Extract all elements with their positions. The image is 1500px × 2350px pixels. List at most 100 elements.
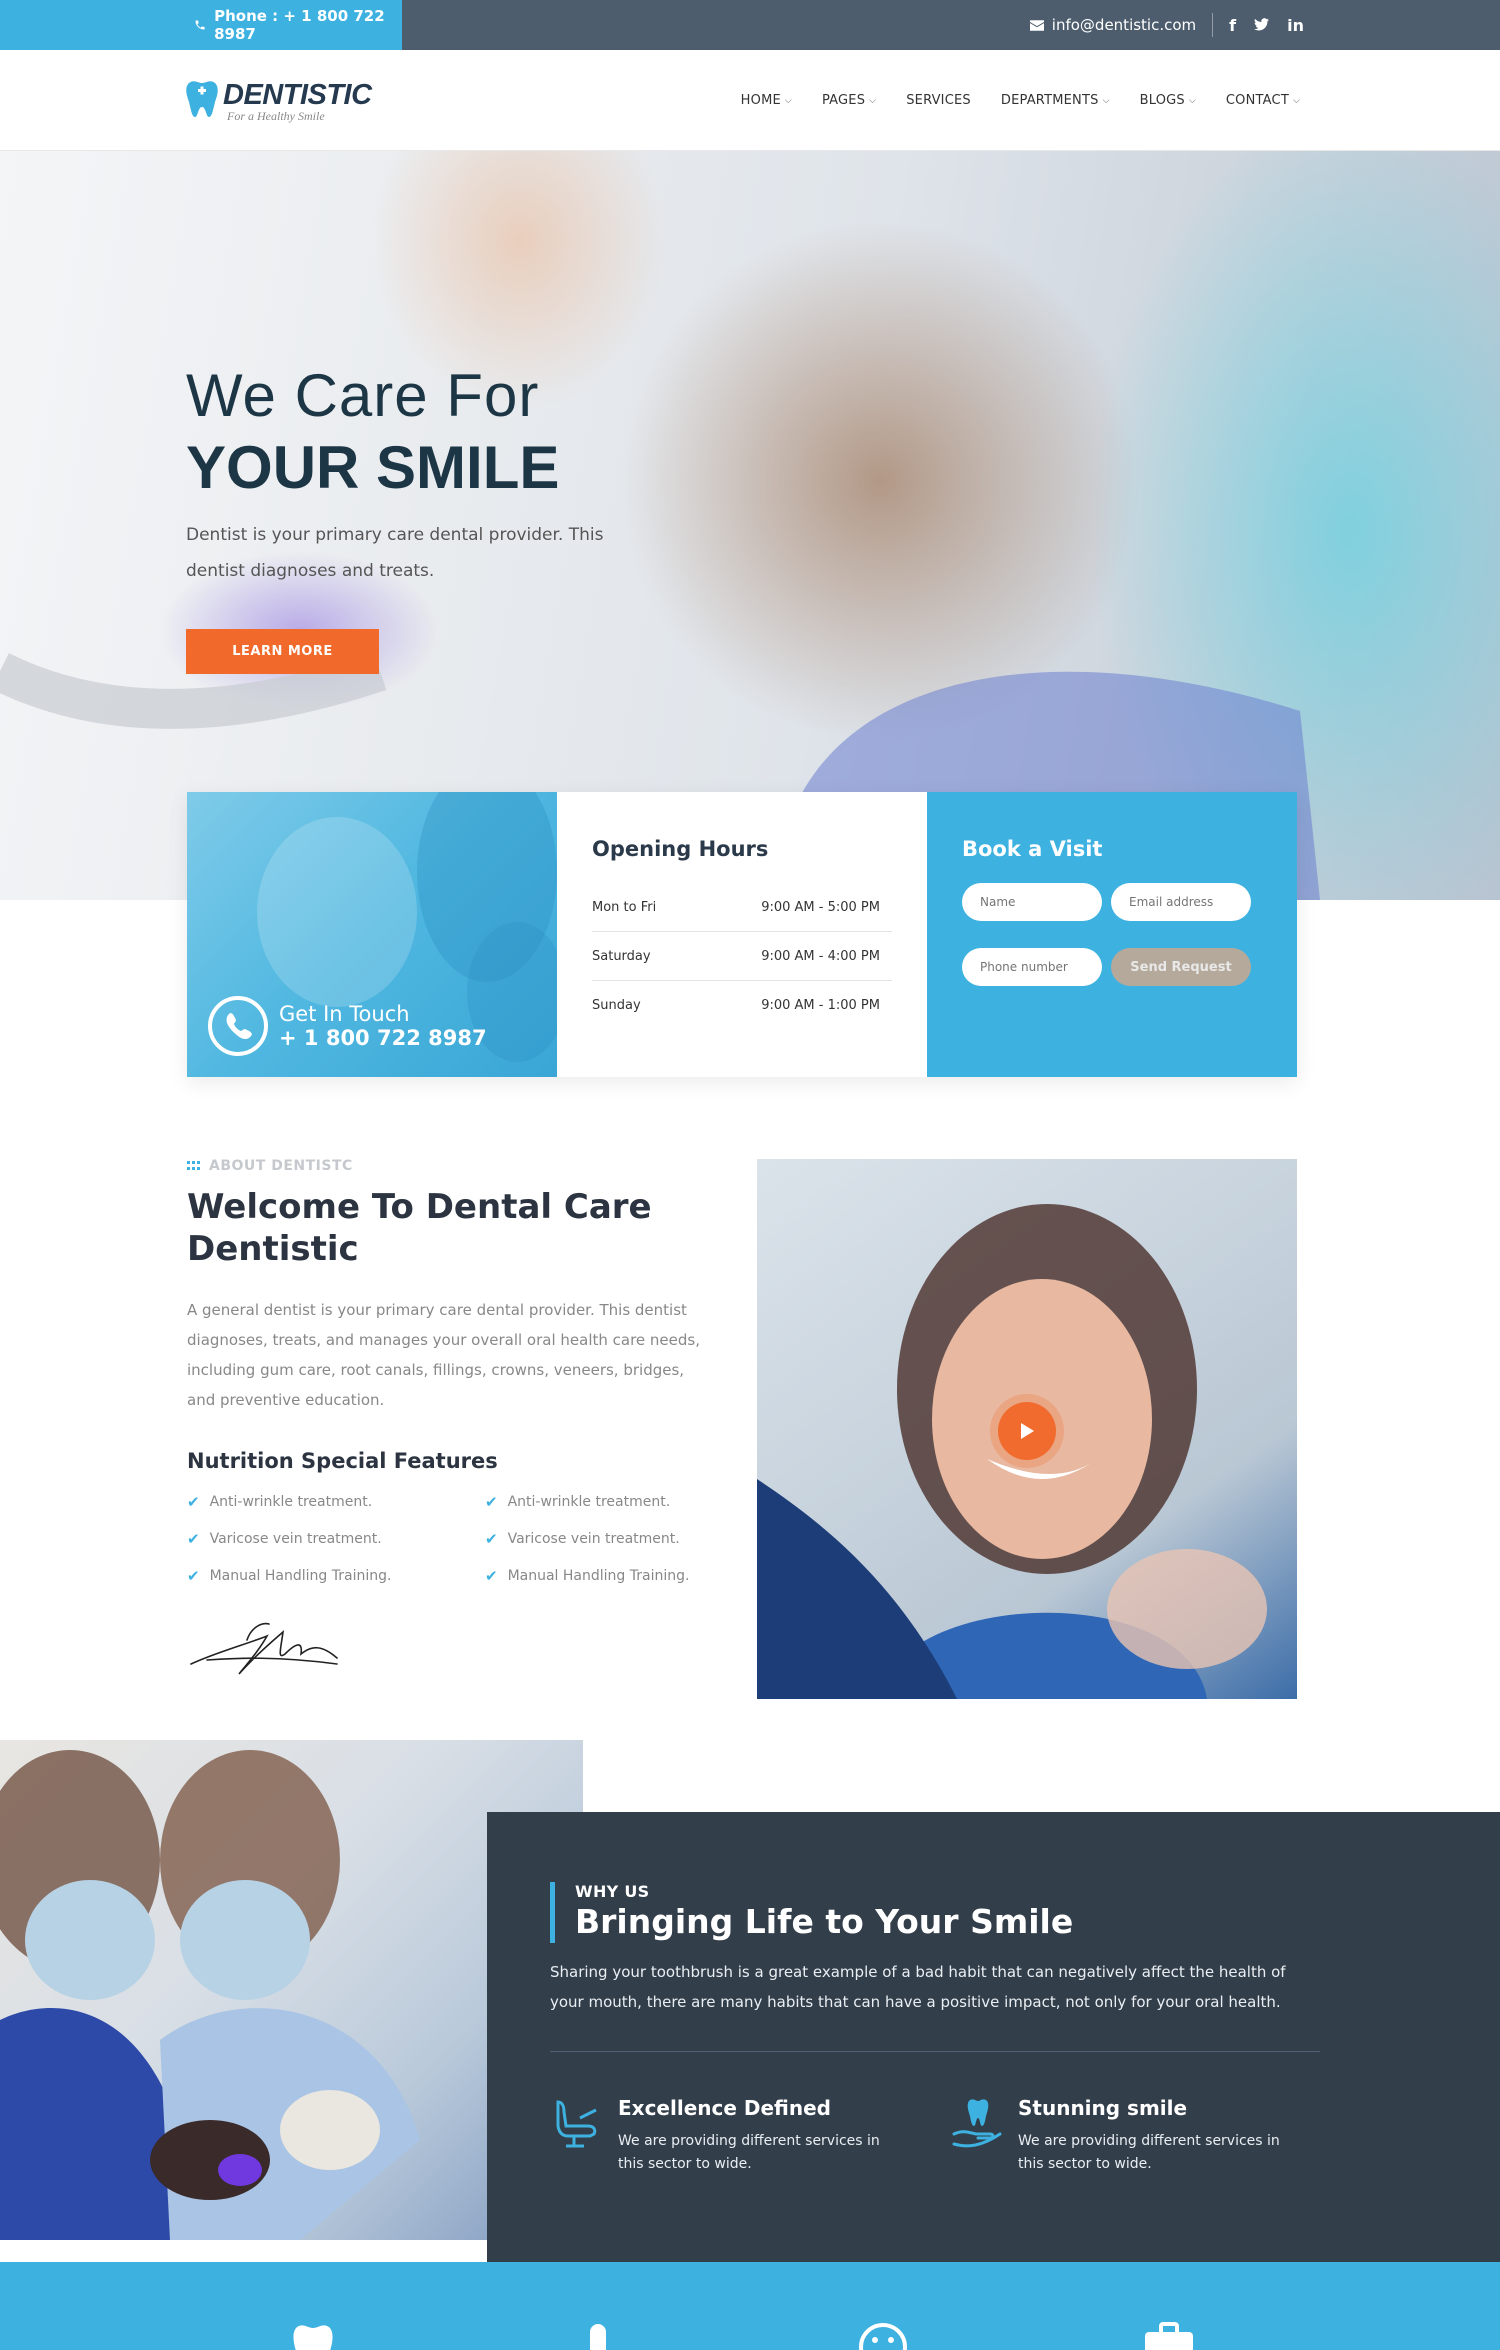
topbar-right: info@dentistic.com f in <box>1029 0 1304 50</box>
book-visit-form: Send Request <box>962 883 1262 986</box>
hero-heading-line1: We Care For <box>186 362 540 429</box>
book-visit-title: Book a Visit <box>962 837 1103 861</box>
features-list: ✔ Anti-wrinkle treatment. ✔ Anti-wrinkle t… <box>187 1490 727 1587</box>
chevron-down-icon: ⌵ <box>1188 95 1196 106</box>
nav-item-contact[interactable]: CONTACT ⌵ <box>1226 93 1300 108</box>
get-in-touch[interactable]: Get In Touch + 1 800 722 8987 <box>207 995 487 1057</box>
phone-field[interactable] <box>962 948 1102 986</box>
list-item: ✔ Anti-wrinkle treatment. <box>485 1490 725 1513</box>
check-icon: ✔ <box>485 1566 498 1585</box>
why-us-panel: WHY US Bringing Life to Your Smile Shari… <box>487 1812 1500 2262</box>
hero-description: Dentist is your primary care dental prov… <box>186 525 604 581</box>
check-icon: ✔ <box>485 1492 498 1511</box>
features-title: Nutrition Special Features <box>187 1449 498 1473</box>
main-nav: HOME ⌵ PAGES ⌵ SERVICES DEPARTMENTS ⌵ BLOGS… <box>741 50 1300 151</box>
why-us-features: Excellence Defined We are providing diff… <box>550 2096 1500 2176</box>
nav-item-home[interactable]: HOME ⌵ <box>741 93 792 108</box>
nav-item-departments[interactable]: DEPARTMENTS ⌵ <box>1001 93 1110 108</box>
book-visit-card: Book a Visit Send Request <box>927 792 1297 1077</box>
chevron-down-icon: ⌵ <box>784 95 792 106</box>
implant-icon <box>590 2324 606 2350</box>
hours-time: 9:00 AM - 5:00 PM <box>761 899 880 915</box>
why-feature-title: Excellence Defined <box>618 2096 831 2120</box>
nav-item-label: SERVICES <box>906 93 971 108</box>
nav-item-blogs[interactable]: BLOGS ⌵ <box>1140 93 1196 108</box>
why-us-title: Bringing Life to Your Smile <box>575 1902 1074 1941</box>
feature-label: Anti-wrinkle treatment. <box>507 1493 671 1510</box>
topbar-phone-text: Phone : + 1 800 722 8987 <box>214 7 385 43</box>
hours-day: Sunday <box>592 998 641 1013</box>
nav-item-services[interactable]: SERVICES <box>906 93 971 108</box>
send-request-button[interactable]: Send Request <box>1111 948 1251 986</box>
play-video-button[interactable] <box>998 1402 1056 1460</box>
check-icon: ✔ <box>187 1566 200 1585</box>
contact-label: Get In Touch <box>279 1002 410 1026</box>
email-field[interactable] <box>1111 883 1251 921</box>
why-feature-title: Stunning smile <box>1018 2096 1188 2120</box>
topbar-divider <box>1212 13 1214 37</box>
learn-more-button[interactable]: LEARN MORE <box>186 629 379 674</box>
list-item: ✔ Anti-wrinkle treatment. <box>187 1490 485 1513</box>
opening-hours-card: Opening Hours Mon to Fri 9:00 AM - 5:00 P… <box>557 792 927 1077</box>
list-item: ✔ Varicose vein treatment. <box>187 1527 485 1550</box>
logo-name: DENTISTIC <box>223 79 372 111</box>
why-us-eyebrow: WHY US <box>575 1882 650 1901</box>
topbar-email-text: info@dentistic.com <box>1051 16 1197 34</box>
site-header: DENTISTIC For a Healthy Smile HOME ⌵ PAGE… <box>0 50 1500 151</box>
about-video-image <box>757 1159 1297 1699</box>
about-text: A general dentist is your primary care d… <box>187 1301 700 1409</box>
hours-row: Sunday 9:00 AM - 1:00 PM <box>592 981 892 1030</box>
services-band <box>0 2262 1500 2350</box>
check-icon: ✔ <box>187 1492 200 1511</box>
play-icon <box>1021 1423 1034 1439</box>
check-icon: ✔ <box>485 1529 498 1548</box>
nav-item-label: DEPARTMENTS <box>1000 93 1099 108</box>
topbar-phone[interactable]: Phone : + 1 800 722 8987 <box>0 0 402 50</box>
hero-heading-line2: YOUR SMILE <box>186 434 560 501</box>
name-field[interactable] <box>962 883 1102 921</box>
hero-section: We Care For YOUR SMILE Dentist is your p… <box>0 151 1500 900</box>
tooth-hand-icon <box>952 2099 1002 2148</box>
why-feature-text: We are providing different services in t… <box>1018 2133 1280 2172</box>
opening-hours-title: Opening Hours <box>592 837 769 861</box>
list-item: ✔ Varicose vein treatment. <box>485 1527 725 1550</box>
envelope-icon <box>1029 19 1044 31</box>
twitter-icon[interactable] <box>1254 16 1270 35</box>
facebook-icon[interactable]: f <box>1229 16 1236 35</box>
phone-circle-icon <box>208 996 268 1056</box>
why-us-divider <box>550 2051 1320 2052</box>
linkedin-icon[interactable]: in <box>1287 16 1304 35</box>
hours-day: Saturday <box>592 948 651 964</box>
info-strip: Get In Touch + 1 800 722 8987 Opening Ho… <box>187 792 1297 1077</box>
why-us-text: Sharing your toothbrush is a great examp… <box>550 1963 1286 2011</box>
feature-label: Anti-wrinkle treatment. <box>209 1493 373 1510</box>
hours-time: 9:00 AM - 1:00 PM <box>761 998 880 1013</box>
signature-image <box>190 1622 338 1675</box>
dental-chair-icon <box>556 2100 597 2148</box>
hours-row: Saturday 9:00 AM - 4:00 PM <box>592 932 892 981</box>
chevron-down-icon: ⌵ <box>869 95 877 106</box>
about-eyebrow: ABOUT DENTISTC <box>187 1158 353 1174</box>
topbar-email[interactable]: info@dentistic.com <box>1029 16 1197 34</box>
contact-card: Get In Touch + 1 800 722 8987 <box>187 792 557 1077</box>
grid-dots-icon <box>187 1161 200 1170</box>
hours-time: 9:00 AM - 4:00 PM <box>761 948 880 964</box>
about-title: Welcome To Dental Care Dentistic <box>187 1187 652 1269</box>
feature-label: Varicose vein treatment. <box>507 1530 680 1547</box>
feature-label: Manual Handling Training. <box>209 1567 392 1584</box>
contact-phone: + 1 800 722 8987 <box>279 1026 487 1050</box>
why-feature-excellence: Excellence Defined We are providing diff… <box>550 2096 950 2176</box>
why-us-heading: WHY US Bringing Life to Your Smile <box>550 1882 1500 1943</box>
social-links: f in <box>1229 16 1304 35</box>
smile-face-icon <box>859 2323 907 2350</box>
nav-item-label: BLOGS <box>1139 93 1185 108</box>
nav-item-label: PAGES <box>821 93 866 108</box>
hours-day: Mon to Fri <box>592 899 657 915</box>
tooth-logo-icon <box>186 81 218 117</box>
tooth-icon <box>293 2325 333 2350</box>
list-item: ✔ Manual Handling Training. <box>485 1564 725 1587</box>
hours-row: Mon to Fri 9:00 AM - 5:00 PM <box>592 883 892 932</box>
why-feature-text: We are providing different services in t… <box>618 2133 880 2172</box>
logo[interactable]: DENTISTIC For a Healthy Smile <box>185 80 372 122</box>
nav-item-pages[interactable]: PAGES ⌵ <box>822 93 876 108</box>
